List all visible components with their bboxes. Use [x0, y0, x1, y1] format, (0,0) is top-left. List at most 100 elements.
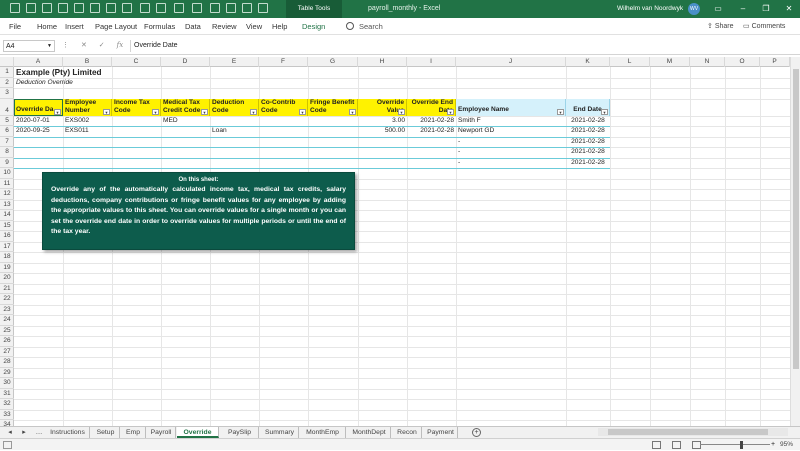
row-header[interactable]: 31: [0, 389, 14, 399]
sheet-tab[interactable]: Payment: [424, 427, 458, 438]
formula-input[interactable]: Override Date: [130, 40, 795, 52]
filter-dropdown-icon[interactable]: ▼: [299, 108, 306, 115]
row-header[interactable]: 14: [0, 210, 14, 221]
row-header[interactable]: 25: [0, 326, 14, 336]
row-header[interactable]: 19: [0, 263, 14, 273]
sheet-tab[interactable]: MonthDept: [348, 427, 391, 438]
table-cell[interactable]: 2021-02-28: [566, 126, 610, 137]
filter-dropdown-icon[interactable]: ▼: [601, 108, 608, 115]
row-header[interactable]: 16: [0, 231, 14, 242]
row-header[interactable]: 24: [0, 315, 14, 326]
tab-scroll-left-icon[interactable]: ◂: [4, 427, 16, 438]
table-cell[interactable]: [210, 137, 259, 148]
table-cell[interactable]: [63, 137, 112, 148]
row-header[interactable]: 32: [0, 399, 14, 410]
filter-dropdown-icon[interactable]: ▼: [250, 108, 257, 115]
table-cell[interactable]: 2021-02-28: [566, 147, 610, 158]
row-header[interactable]: 33: [0, 410, 14, 420]
spreadsheet-grid[interactable]: ABCDEFGHIJKLMNOP 1 2 3 4 5 6 7 8 9 10 11 12 13 14 15 16…: [0, 57, 790, 426]
table-cell[interactable]: 2021-02-28: [407, 116, 456, 127]
row-header[interactable]: 26: [0, 336, 14, 347]
row-header[interactable]: 5: [0, 116, 14, 126]
column-header[interactable]: K: [566, 57, 610, 67]
table-cell[interactable]: [259, 137, 308, 148]
row-header[interactable]: 27: [0, 347, 14, 357]
table-icon[interactable]: [192, 3, 202, 13]
table-cell[interactable]: [210, 158, 259, 169]
table-cell[interactable]: [210, 147, 259, 158]
row-header[interactable]: 21: [0, 284, 14, 294]
macro-record-icon[interactable]: [3, 441, 12, 449]
table-cell[interactable]: [14, 158, 63, 169]
grid-icon[interactable]: [210, 3, 220, 13]
open-icon[interactable]: [42, 3, 52, 13]
more-icon[interactable]: ⋮: [62, 42, 69, 49]
cancel-icon[interactable]: ✕: [81, 42, 87, 49]
table-cell[interactable]: [259, 126, 308, 137]
autosave-icon[interactable]: [10, 3, 20, 13]
avatar[interactable]: WV: [688, 3, 700, 15]
table-cell[interactable]: [358, 137, 407, 148]
user-name[interactable]: Wilhelm van Noordwyk: [617, 0, 683, 17]
save-icon[interactable]: [26, 3, 36, 13]
page-break-view-icon[interactable]: [692, 441, 701, 449]
tab-review[interactable]: Review: [212, 18, 237, 35]
sheet-title[interactable]: Example (Pty) Limited: [14, 67, 104, 78]
table-cell[interactable]: [112, 147, 161, 158]
table-cell[interactable]: 2021-02-28: [407, 126, 456, 137]
column-header[interactable]: I: [407, 57, 456, 67]
column-header[interactable]: L: [610, 57, 650, 67]
column-header[interactable]: M: [650, 57, 690, 67]
ribbon-display-icon[interactable]: ▭: [707, 0, 729, 18]
table-cell[interactable]: [259, 158, 308, 169]
sheet-tab[interactable]: Override: [177, 427, 219, 438]
table-cell[interactable]: [112, 116, 161, 127]
close-icon[interactable]: ✕: [778, 0, 800, 18]
scroll-thumb[interactable]: [793, 69, 799, 369]
table-cell[interactable]: [308, 116, 358, 127]
select-all-corner[interactable]: [0, 57, 14, 67]
table-cell[interactable]: EXS011: [63, 126, 112, 137]
row-header[interactable]: 20: [0, 273, 14, 284]
sheet-tab[interactable]: Recon: [393, 427, 422, 438]
table-cell[interactable]: [112, 137, 161, 148]
table-cell[interactable]: 2021-02-28: [566, 116, 610, 127]
table-cell[interactable]: MED: [161, 116, 210, 127]
zoom-in-icon[interactable]: +: [771, 439, 775, 451]
filter-dropdown-icon[interactable]: ▼: [349, 108, 356, 115]
tab-view[interactable]: View: [246, 18, 262, 35]
tab-home[interactable]: Home: [37, 18, 57, 35]
search-icon[interactable]: [346, 22, 354, 30]
column-header[interactable]: J: [456, 57, 566, 67]
paste-icon[interactable]: [140, 3, 150, 13]
zoom-slider[interactable]: [700, 444, 770, 445]
column-header[interactable]: C: [112, 57, 161, 67]
column-header[interactable]: D: [161, 57, 210, 67]
row-header[interactable]: 18: [0, 252, 14, 263]
row-header[interactable]: 15: [0, 221, 14, 231]
table-cell[interactable]: [259, 147, 308, 158]
normal-view-icon[interactable]: [652, 441, 661, 449]
table-cell[interactable]: [308, 137, 358, 148]
column-header[interactable]: G: [308, 57, 358, 67]
sheet-tab[interactable]: MonthEmp: [300, 427, 346, 438]
lock-icon[interactable]: [242, 3, 252, 13]
email-icon[interactable]: [74, 3, 84, 13]
insert-function-icon[interactable]: fx: [117, 41, 124, 49]
column-header[interactable]: E: [210, 57, 259, 67]
zoom-slider-thumb[interactable]: [740, 441, 743, 449]
sheet-subtitle[interactable]: Deduction Override: [14, 78, 75, 88]
table-cell[interactable]: [112, 126, 161, 137]
row-header[interactable]: 23: [0, 305, 14, 315]
table-cell[interactable]: [161, 147, 210, 158]
table-cell[interactable]: Loan: [210, 126, 259, 137]
row-header[interactable]: 3: [0, 88, 14, 99]
table-cell[interactable]: [407, 147, 456, 158]
tab-formulas[interactable]: Formulas: [144, 18, 175, 35]
search-box[interactable]: Search: [359, 18, 383, 35]
tab-design[interactable]: Design: [302, 18, 325, 35]
table-cell[interactable]: [14, 147, 63, 158]
table-cell[interactable]: [14, 137, 63, 148]
row-header[interactable]: 13: [0, 200, 14, 210]
sheet-tab[interactable]: Summary: [261, 427, 299, 438]
